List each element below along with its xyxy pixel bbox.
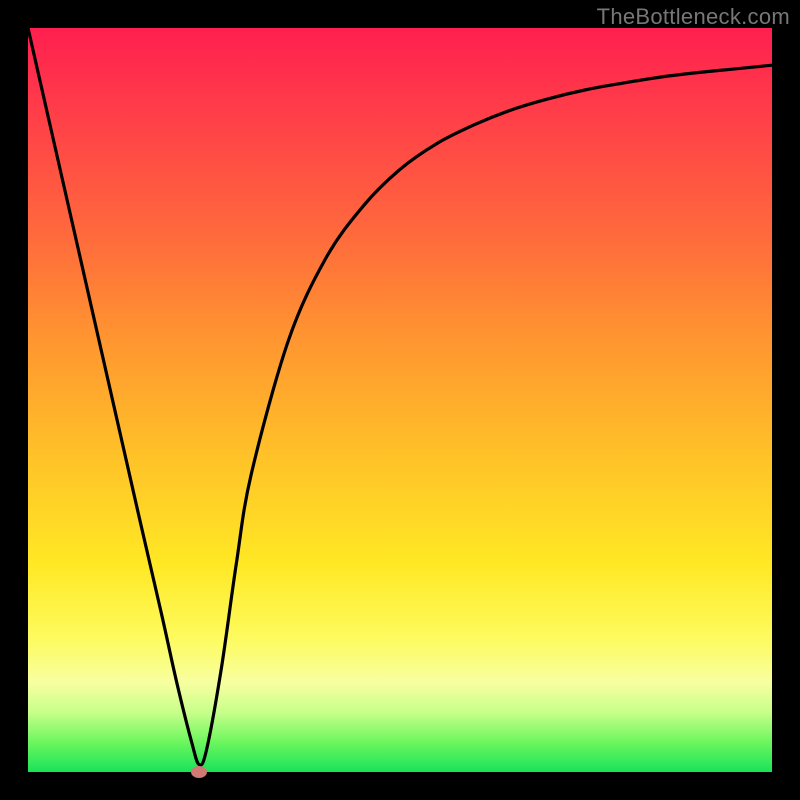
plot-area: [28, 28, 772, 772]
watermark-text: TheBottleneck.com: [597, 4, 790, 30]
curve-svg: [28, 28, 772, 772]
optimum-marker: [191, 766, 207, 778]
chart-frame: TheBottleneck.com: [0, 0, 800, 800]
bottleneck-curve: [28, 28, 772, 765]
